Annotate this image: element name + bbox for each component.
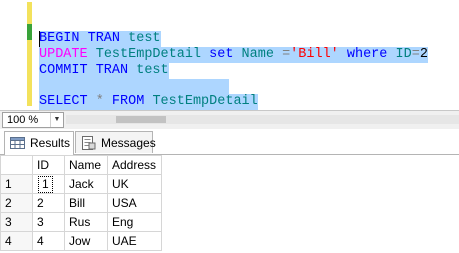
horizontal-scrollbar[interactable]: [66, 115, 459, 124]
text-caret: [39, 31, 40, 47]
column-header-address[interactable]: Address: [107, 155, 162, 175]
row-number[interactable]: 1: [0, 174, 33, 194]
code-token: TestEmpDetail: [152, 94, 258, 109]
zoom-value: 100 %: [7, 114, 39, 126]
editor-status-strip: 100 % ▼: [0, 110, 459, 129]
results-tabs: Results Messages: [0, 129, 459, 155]
code-token: COMMIT TRAN: [39, 63, 137, 78]
code-line-1[interactable]: BEGIN TRAN test: [39, 31, 161, 47]
code-token: UPDATE: [39, 47, 96, 62]
results-table: ID Name Address 1 1 Jack UK 2 2 Bill USA…: [0, 155, 162, 251]
zoom-dropdown[interactable]: 100 % ▼: [2, 112, 64, 128]
column-header-id[interactable]: ID: [32, 155, 65, 175]
code-token: TestEmpDetail: [95, 47, 210, 62]
change-tracking-margin: [27, 2, 32, 106]
code-token: test: [128, 31, 161, 46]
table-row: 2 2 Bill USA: [0, 193, 162, 213]
column-header-rownum[interactable]: [0, 155, 33, 175]
code-token: SELECT: [39, 94, 96, 109]
table-cell-name[interactable]: Jack: [64, 174, 108, 194]
table-cell-address[interactable]: Eng: [107, 212, 162, 232]
row-number[interactable]: 2: [0, 193, 33, 213]
code-token: 'Bill': [290, 47, 339, 62]
code-line-5[interactable]: SELECT * FROM TestEmpDetail: [39, 94, 258, 110]
saved-change-marker: [27, 24, 32, 40]
code-token: test: [136, 63, 169, 78]
table-cell-id[interactable]: 2: [32, 193, 65, 213]
tab-results[interactable]: Results: [4, 131, 74, 155]
table-row: 1 1 Jack UK: [0, 174, 162, 194]
row-number[interactable]: 3: [0, 212, 33, 232]
column-header-name[interactable]: Name: [64, 155, 108, 175]
code-token: ID: [395, 47, 412, 62]
code-token: Name: [241, 47, 283, 62]
tab-messages[interactable]: Messages: [75, 131, 156, 153]
results-grid[interactable]: ID Name Address 1 1 Jack UK 2 2 Bill USA…: [0, 155, 459, 253]
messages-icon: [82, 136, 96, 150]
table-row: 3 3 Rus Eng: [0, 212, 162, 232]
table-cell-id[interactable]: 3: [32, 212, 65, 232]
table-header-row: ID Name Address: [0, 155, 162, 175]
code-token: set: [209, 47, 242, 62]
code-line-2[interactable]: UPDATE TestEmpDetail set Name ='Bill' wh…: [39, 47, 428, 63]
code-token: BEGIN TRAN: [39, 31, 129, 46]
scrollbar-thumb[interactable]: [116, 116, 166, 123]
table-cell-address[interactable]: UK: [107, 174, 162, 194]
code-token: 2: [419, 47, 428, 62]
code-token: FROM: [111, 94, 153, 109]
tab-messages-label: Messages: [101, 136, 156, 150]
table-row: 4 4 Jow UAE: [0, 231, 162, 251]
table-cell-name[interactable]: Rus: [64, 212, 108, 232]
table-cell-address[interactable]: USA: [107, 193, 162, 213]
table-cell-id[interactable]: 4: [32, 231, 65, 251]
table-cell-name[interactable]: Bill: [64, 193, 108, 213]
grid-icon: [10, 137, 25, 149]
code-token: *: [95, 94, 112, 109]
code-token: =: [282, 47, 291, 62]
code-line-4[interactable]: [39, 79, 229, 95]
code-token: where: [338, 47, 396, 62]
focused-cell-value: 1: [38, 175, 53, 193]
table-cell-name[interactable]: Jow: [64, 231, 108, 251]
code-line-3[interactable]: COMMIT TRAN test: [39, 63, 169, 79]
tab-results-label: Results: [30, 136, 71, 150]
code-token: =: [411, 47, 420, 62]
row-number[interactable]: 4: [0, 231, 33, 251]
table-cell-id[interactable]: 1: [32, 174, 65, 194]
query-editor[interactable]: BEGIN TRAN test UPDATE TestEmpDetail set…: [0, 0, 459, 110]
table-cell-address[interactable]: UAE: [107, 231, 162, 251]
chevron-down-icon[interactable]: ▼: [50, 113, 63, 127]
